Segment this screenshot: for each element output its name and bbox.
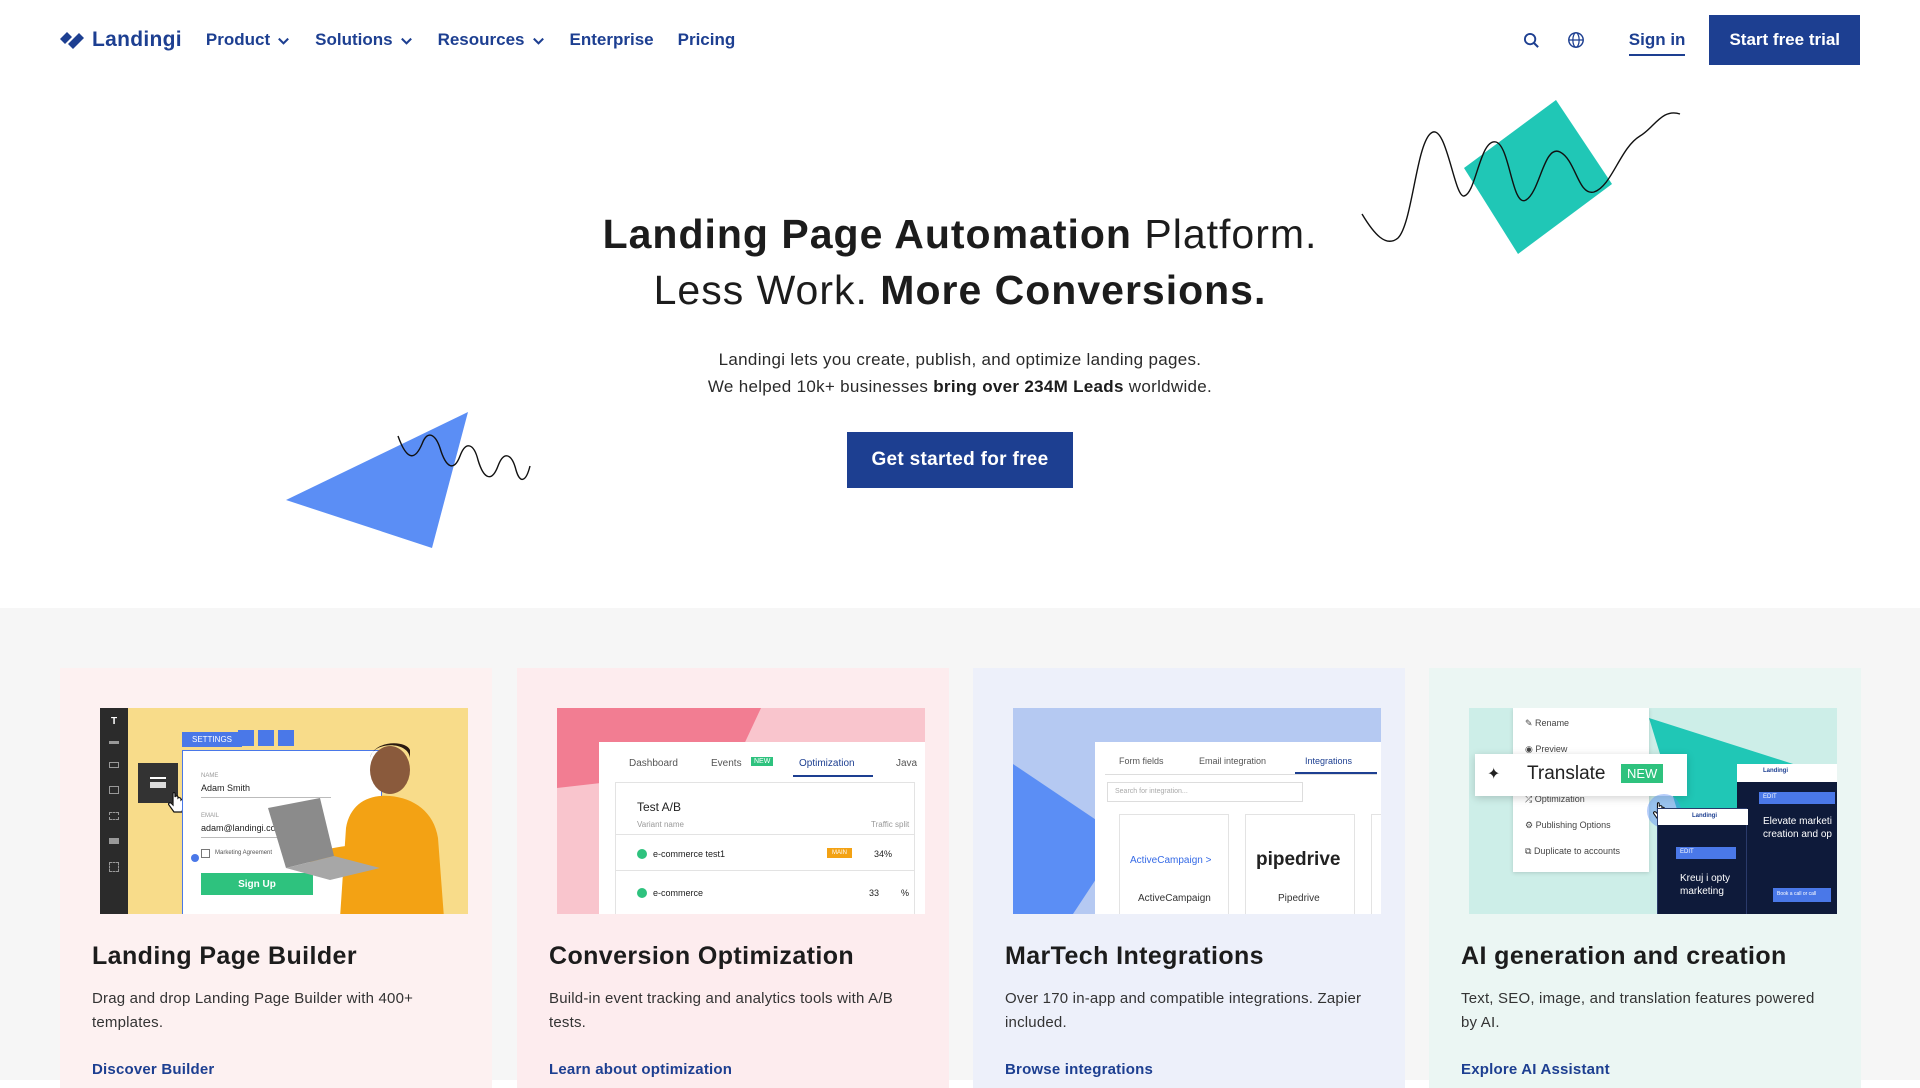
feature-card-integrations[interactable]: Form fields Email integration Integratio… xyxy=(973,668,1405,1088)
card-description: Drag and drop Landing Page Builder with … xyxy=(92,990,414,1031)
browse-integrations-link[interactable]: Browse integrations xyxy=(1005,1061,1153,1078)
search-icon xyxy=(1524,32,1540,48)
integrations-panel: Form fields Email integration Integratio… xyxy=(1095,742,1381,914)
feature-card-ai[interactable]: ✎ Rename ◉ Preview ⤮ Optimization ⚙ Publ… xyxy=(1429,668,1861,1088)
card-title: Conversion Optimization xyxy=(549,942,855,970)
nav-actions: Sign in Start free trial xyxy=(1519,15,1860,65)
nav-item-label: Product xyxy=(205,30,271,49)
hero-subtitle-line-1: Landingi lets you create, publish, and o… xyxy=(718,350,1202,369)
translate-menu-item: ✦ Translate NEW xyxy=(1475,754,1687,796)
explore-ai-assistant-link[interactable]: Explore AI Assistant xyxy=(1461,1061,1610,1078)
card-title: Landing Page Builder xyxy=(92,942,357,970)
feature-card-optimization[interactable]: Dashboard Events NEW Optimization Java T… xyxy=(517,668,949,1088)
hero-title-light-2: Less Work. xyxy=(653,267,881,313)
nav-item-label: Resources xyxy=(437,30,525,49)
nav-item-label: Pricing xyxy=(677,30,736,49)
nav-item-label: Enterprise xyxy=(569,30,654,49)
nav-item-enterprise[interactable]: Enterprise xyxy=(570,30,654,50)
image-tool-icon xyxy=(109,786,119,794)
feature-card-builder[interactable]: T SETTINGS NAME Adam Smith EMAIL adam@la… xyxy=(60,668,492,1088)
card-description: Build-in event tracking and analytics to… xyxy=(549,990,893,1031)
nav-item-resources[interactable]: Resources xyxy=(438,30,546,50)
integrations-preview-image: Form fields Email integration Integratio… xyxy=(1013,708,1381,914)
landing-page-preview-translated: Landingi EDIT Kreuj i opty marketing xyxy=(1657,808,1748,914)
chevron-down-icon xyxy=(532,37,544,45)
resize-handle xyxy=(191,854,199,862)
landing-page-preview-dark: Landingi EDIT Elevate marketi creation a… xyxy=(1737,764,1837,914)
hero-title: Landing Page Automation Platform. Less W… xyxy=(0,206,1920,318)
features-section: T SETTINGS NAME Adam Smith EMAIL adam@la… xyxy=(0,608,1920,1088)
ai-preview-image: ✎ Rename ◉ Preview ⤮ Optimization ⚙ Publ… xyxy=(1469,708,1837,914)
builder-sidebar-toolbar: T xyxy=(100,708,128,914)
text-tool-icon: T xyxy=(110,716,118,727)
language-button[interactable] xyxy=(1563,27,1589,53)
start-free-trial-button[interactable]: Start free trial xyxy=(1709,15,1860,65)
menu-item-rename: ✎ Rename xyxy=(1525,718,1570,728)
logo[interactable]: Landingi xyxy=(60,28,182,52)
hero-title-light-1: Platform. xyxy=(1131,211,1318,257)
sign-in-link[interactable]: Sign in xyxy=(1628,24,1686,56)
optimization-preview-image: Dashboard Events NEW Optimization Java T… xyxy=(557,708,925,914)
menu-item-duplicate: ⧉ Duplicate to accounts xyxy=(1525,846,1620,856)
top-navigation: Landingi Product Solutions Resources Ent… xyxy=(0,0,1920,80)
nav-item-pricing[interactable]: Pricing xyxy=(678,30,736,50)
landingi-logo-icon xyxy=(60,32,84,49)
sparkle-icon: ✦ xyxy=(1487,766,1501,783)
person-with-laptop-illustration xyxy=(268,743,444,914)
activecampaign-tile: ActiveCampaign > ActiveCampaign xyxy=(1119,814,1229,914)
card-description: Text, SEO, image, and translation featur… xyxy=(1461,990,1815,1031)
learn-about-optimization-link[interactable]: Learn about optimization xyxy=(549,1061,732,1078)
hero-title-bold-2: More Conversions. xyxy=(880,267,1267,313)
chevron-down-icon xyxy=(278,37,290,45)
hero-subtitle-line-2: We helped 10k+ businesses bring over 234… xyxy=(707,377,1213,396)
chevron-down-icon xyxy=(400,37,412,45)
discover-builder-link[interactable]: Discover Builder xyxy=(92,1061,214,1078)
nav-item-solutions[interactable]: Solutions xyxy=(315,30,413,50)
nav-menu: Product Solutions Resources Enterprise P… xyxy=(206,30,735,50)
widget-tool-icon xyxy=(109,812,119,820)
get-started-button[interactable]: Get started for free xyxy=(847,432,1073,488)
optimization-panel: Dashboard Events NEW Optimization Java T… xyxy=(599,742,925,914)
pipedrive-tile: pipedrive Pipedrive xyxy=(1245,814,1355,914)
hero-title-bold-1: Landing Page Automation xyxy=(602,211,1132,257)
nav-item-label: Solutions xyxy=(315,30,393,49)
hero-subtitle: Landingi lets you create, publish, and o… xyxy=(0,346,1920,400)
card-description: Over 170 in-app and compatible integrati… xyxy=(1005,990,1362,1031)
hero-section: Landing Page Automation Platform. Less W… xyxy=(0,80,1920,608)
video-tool-icon xyxy=(109,838,119,844)
card-title: AI generation and creation xyxy=(1461,942,1787,970)
search-button[interactable] xyxy=(1519,27,1545,53)
decorative-triangle-shape xyxy=(286,412,531,548)
button-tool-icon xyxy=(109,762,119,768)
nav-item-product[interactable]: Product xyxy=(206,30,291,50)
card-title: MarTech Integrations xyxy=(1005,942,1264,970)
logo-text: Landingi xyxy=(92,28,182,51)
section-tool-icon xyxy=(109,862,119,872)
divider-tool-icon xyxy=(109,741,119,744)
settings-toolbar: SETTINGS xyxy=(182,732,243,747)
globe-icon xyxy=(1567,32,1584,48)
builder-preview-image: T SETTINGS NAME Adam Smith EMAIL adam@la… xyxy=(100,708,468,914)
menu-item-publishing: ⚙ Publishing Options xyxy=(1525,820,1611,830)
